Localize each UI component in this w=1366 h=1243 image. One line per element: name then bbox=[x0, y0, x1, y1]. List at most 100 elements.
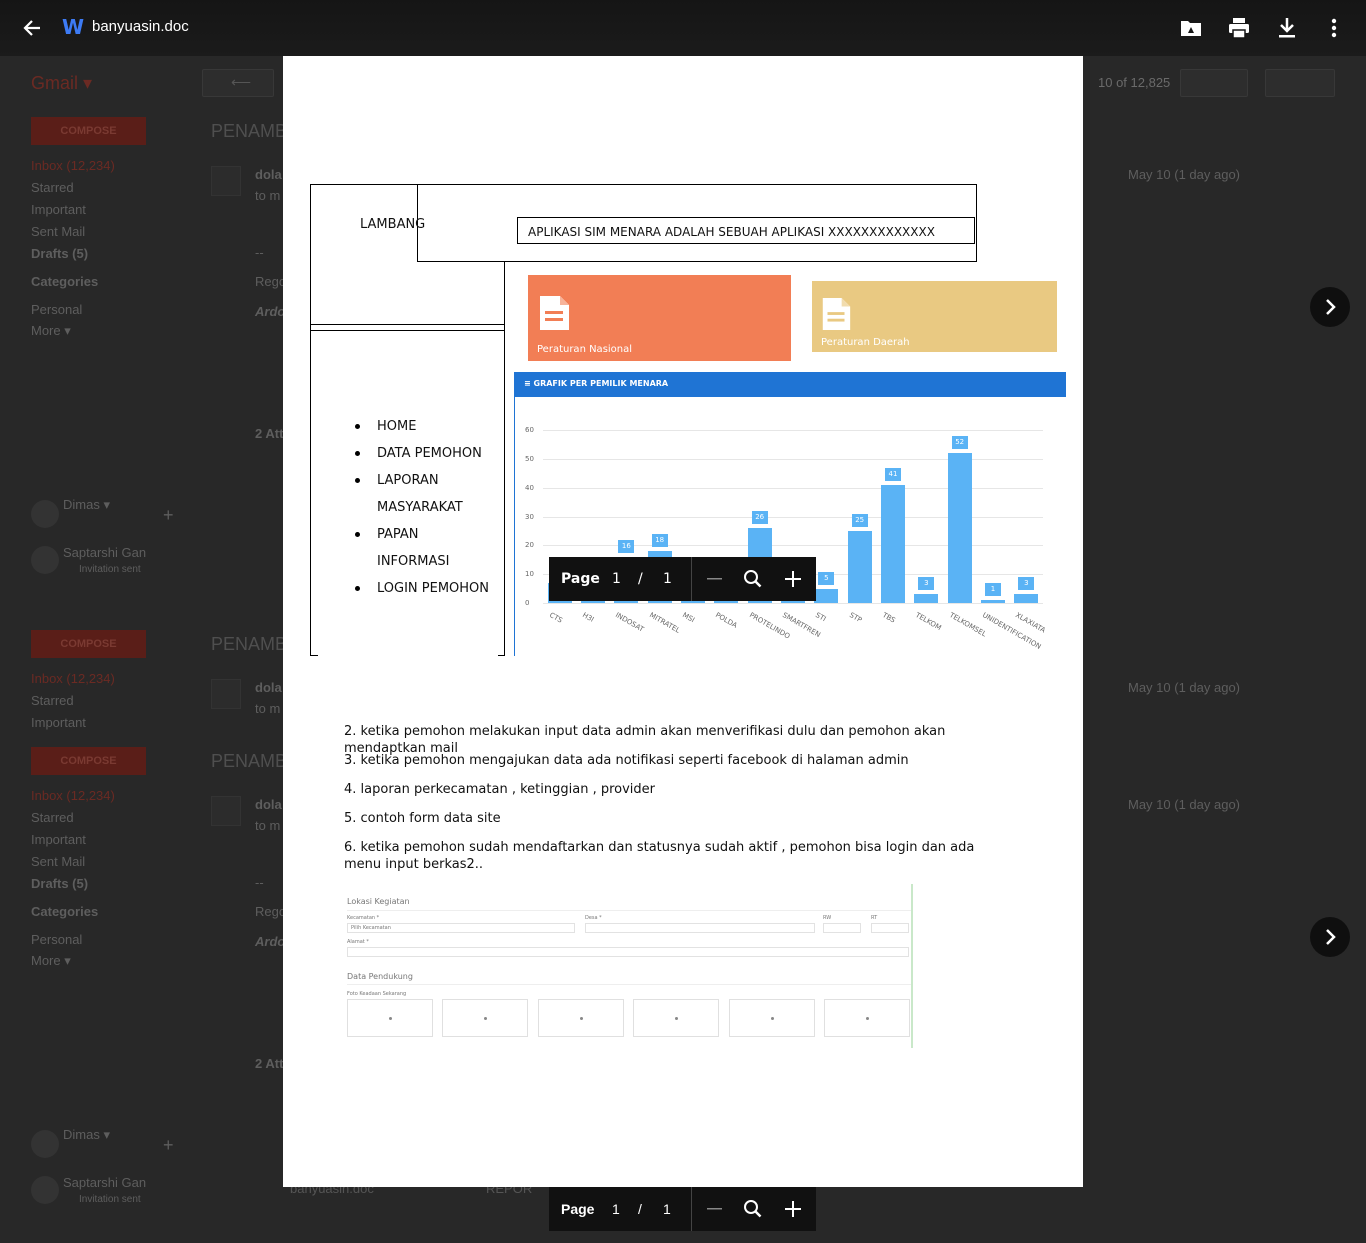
page-label: Page bbox=[561, 1201, 595, 1217]
chevron-right-icon bbox=[1326, 299, 1336, 315]
alamat-input[interactable] bbox=[347, 947, 909, 957]
sender-avatar bbox=[211, 166, 241, 196]
select-placeholder: Pilih Kecamatan bbox=[351, 925, 391, 931]
photo-upload-box[interactable] bbox=[347, 999, 433, 1037]
zoom-in-icon[interactable] bbox=[783, 569, 803, 589]
back-button[interactable]: ⟵ bbox=[202, 69, 274, 97]
nav-categories[interactable]: Categories bbox=[31, 274, 98, 289]
more-options-icon[interactable] bbox=[1320, 14, 1348, 42]
sender-name: dola bbox=[255, 167, 282, 182]
nav-categories[interactable]: Categories bbox=[31, 904, 98, 919]
next-page-button[interactable] bbox=[1310, 917, 1350, 957]
zoom-reset-icon[interactable] bbox=[743, 569, 763, 589]
upload-dot-icon bbox=[484, 1017, 488, 1020]
nav-starred[interactable]: Starred bbox=[31, 810, 74, 825]
photo-upload-box[interactable] bbox=[824, 999, 910, 1037]
rw-input[interactable] bbox=[823, 923, 861, 933]
y-tick-label: 10 bbox=[525, 570, 534, 579]
desa-select[interactable] bbox=[585, 923, 815, 933]
photo-upload-box[interactable] bbox=[537, 999, 624, 1037]
email-subject: PENAMB bbox=[211, 634, 288, 654]
lambang-label: LAMBANG bbox=[360, 217, 426, 232]
zoom-in-icon[interactable] bbox=[783, 1199, 803, 1219]
nav-inbox[interactable]: Inbox (12,234) bbox=[31, 788, 115, 803]
nav-important[interactable]: Important bbox=[31, 715, 86, 730]
nav-important[interactable]: Important bbox=[31, 202, 86, 217]
chat-contact[interactable]: Saptarshi Gan bbox=[63, 545, 146, 560]
chat-add-icon[interactable]: + bbox=[163, 1135, 174, 1156]
chart-bar bbox=[881, 484, 905, 603]
email-date: May 10 (1 day ago) bbox=[1128, 167, 1241, 182]
download-icon[interactable] bbox=[1273, 14, 1301, 42]
nav-more[interactable]: More ▾ bbox=[31, 323, 71, 339]
form-label: Kecamatan * bbox=[347, 915, 380, 921]
compose-button[interactable]: COMPOSE bbox=[31, 117, 146, 145]
nav-sent[interactable]: Sent Mail bbox=[31, 854, 85, 869]
photo-upload-box[interactable] bbox=[728, 999, 815, 1037]
sender-name: dola bbox=[255, 797, 282, 812]
menu-lines-icon: ≡ bbox=[524, 379, 534, 388]
paragraph-3: 3. ketika pemohon mengajukan data ada no… bbox=[344, 753, 909, 768]
compose-button[interactable]: COMPOSE bbox=[31, 747, 146, 775]
nav-sent[interactable]: Sent Mail bbox=[31, 224, 85, 239]
gridline bbox=[543, 603, 1043, 604]
nav-important[interactable]: Important bbox=[31, 832, 86, 847]
pager-buttons[interactable] bbox=[1180, 69, 1248, 97]
menu-item-data-pemohon: DATA PEMOHON bbox=[355, 440, 489, 467]
nav-starred[interactable]: Starred bbox=[31, 180, 74, 195]
page-total: 1 bbox=[663, 1201, 671, 1217]
zoom-out-icon[interactable] bbox=[705, 569, 725, 589]
print-icon[interactable] bbox=[1225, 14, 1253, 42]
zoom-reset-icon[interactable] bbox=[743, 1199, 763, 1219]
nav-drafts[interactable]: Drafts (5) bbox=[31, 876, 88, 891]
recipient: to m bbox=[255, 188, 281, 203]
photo-upload-box[interactable] bbox=[633, 999, 720, 1037]
y-tick-label: 60 bbox=[525, 426, 534, 434]
upload-dot-icon bbox=[675, 1017, 679, 1020]
x-tick-label: INDOSAT bbox=[614, 611, 646, 634]
pager-count: 10 of 12,825 bbox=[1098, 75, 1171, 90]
kecamatan-select[interactable]: Pilih Kecamatan bbox=[347, 923, 575, 933]
signature-dash: -- bbox=[255, 245, 264, 260]
chat-contact[interactable]: Saptarshi Gan bbox=[63, 1175, 146, 1190]
compose-button[interactable]: COMPOSE bbox=[31, 630, 146, 658]
chat-contact[interactable]: Dimas ▾ bbox=[63, 1127, 110, 1143]
bar-value-label: 52 bbox=[951, 436, 968, 450]
photo-upload-box[interactable] bbox=[442, 999, 529, 1037]
zoom-out-icon[interactable] bbox=[705, 1199, 725, 1219]
chat-contact[interactable]: Dimas ▾ bbox=[63, 497, 110, 513]
page-label: Page bbox=[561, 571, 600, 587]
gmail-logo[interactable]: Gmail ▾ bbox=[31, 73, 92, 94]
nav-inbox[interactable]: Inbox (12,234) bbox=[31, 158, 115, 173]
chat-add-icon[interactable]: + bbox=[163, 505, 174, 526]
add-to-drive-icon[interactable] bbox=[1177, 14, 1205, 42]
y-tick-label: 50 bbox=[525, 454, 534, 463]
chat-avatar bbox=[31, 1176, 59, 1204]
x-tick-label: POLDA bbox=[714, 611, 739, 630]
settings-button[interactable] bbox=[1265, 69, 1335, 97]
nav-more[interactable]: More ▾ bbox=[31, 953, 71, 969]
sender-name: dola bbox=[255, 680, 282, 695]
y-tick-label: 30 bbox=[525, 512, 534, 521]
rt-input[interactable] bbox=[871, 923, 909, 933]
page-current[interactable]: 1 bbox=[612, 1201, 620, 1217]
chart-header: ≡ GRAFIK PER PEMILIK MENARA bbox=[514, 372, 1066, 397]
card-label: Peraturan Nasional bbox=[537, 344, 633, 355]
x-tick-label: H3I bbox=[581, 611, 596, 624]
next-page-button[interactable] bbox=[1310, 287, 1350, 327]
menu-item-login: LOGIN PEMOHON bbox=[355, 575, 489, 602]
nav-personal[interactable]: Personal bbox=[31, 932, 82, 947]
page-current[interactable]: 1 bbox=[612, 571, 621, 587]
upload-dot-icon bbox=[579, 1017, 583, 1020]
back-arrow-icon[interactable] bbox=[22, 18, 42, 38]
document-icon bbox=[540, 296, 569, 330]
nav-inbox[interactable]: Inbox (12,234) bbox=[31, 671, 115, 686]
recipient: to m bbox=[255, 818, 281, 833]
nav-personal[interactable]: Personal bbox=[31, 302, 82, 317]
nav-drafts[interactable]: Drafts (5) bbox=[31, 246, 88, 261]
word-file-icon: W bbox=[62, 15, 85, 39]
page-control-overlay: Page 1 / 1 bbox=[549, 557, 816, 601]
nav-starred[interactable]: Starred bbox=[31, 693, 74, 708]
bar-value-label: 18 bbox=[651, 534, 668, 548]
chat-status: Invitation sent bbox=[79, 564, 141, 575]
